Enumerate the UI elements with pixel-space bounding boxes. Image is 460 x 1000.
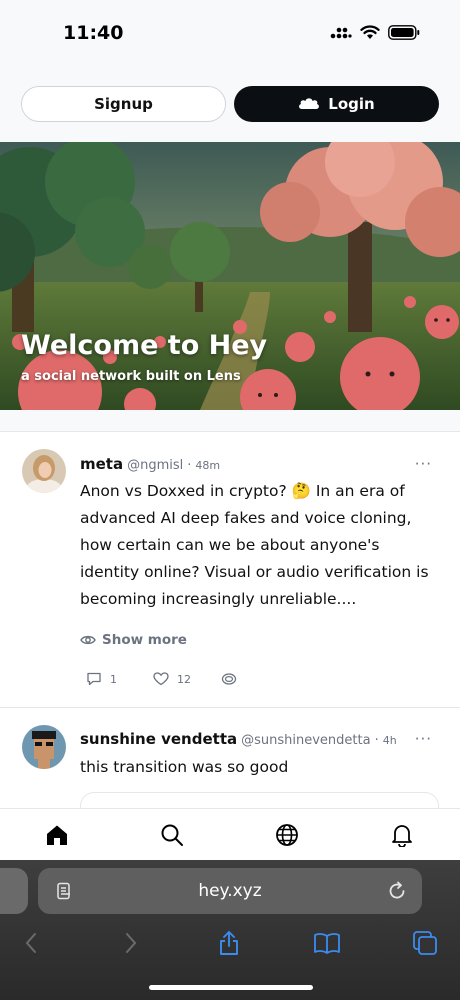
avatar[interactable] [22,725,66,769]
bookmarks-button[interactable] [312,930,342,956]
status-bar: 11:40 [0,0,460,68]
forward-icon [126,933,137,953]
eye-icon [80,635,96,645]
post-content: this transition was so good [80,758,289,776]
post-author-name[interactable]: sunshine vendetta [80,730,237,748]
show-more-label: Show more [102,632,187,648]
collect-button[interactable] [221,672,237,686]
bookmarks-icon [314,933,340,954]
comment-count: 1 [110,672,117,686]
post-timestamp[interactable]: 48m [195,459,220,472]
like-count: 12 [177,672,191,686]
login-button[interactable]: Login [234,86,439,122]
forward-button[interactable] [116,930,146,956]
lens-icon [299,98,320,109]
post-menu-button[interactable]: ··· [415,455,432,473]
post-card[interactable]: sunshine vendetta @sunshinevendetta · 4h… [0,708,460,822]
post-author-handle[interactable]: @sunshinevendetta [241,733,370,748]
home-indicator [149,985,313,990]
comment-icon [87,672,101,686]
url-text: hey.xyz [198,881,262,901]
post-content: Anon vs Doxxed in crypto? 🤔 In an era of… [80,482,429,608]
post-author-handle[interactable]: @ngmisl [127,458,183,473]
address-bar[interactable]: hey.xyz [38,868,422,914]
tab-search[interactable] [158,821,186,849]
signup-button[interactable]: Signup [21,86,226,122]
back-icon [25,933,36,953]
comment-button[interactable]: 1 [86,672,117,686]
feed-separator [0,410,460,432]
tab-home[interactable] [43,821,71,849]
collect-icon [221,673,237,685]
back-button[interactable] [16,930,46,956]
wifi-icon [360,25,380,39]
globe-icon [276,824,298,846]
bell-icon [392,825,412,847]
status-time: 11:40 [63,22,124,44]
separator-dot: · [374,733,379,748]
post-actions: 1 12 [86,672,237,686]
previous-tab-preview[interactable] [0,868,28,914]
battery-icon [388,25,420,40]
home-icon [47,825,67,845]
hero-title: Welcome to Hey [21,330,268,361]
avatar[interactable] [22,449,66,493]
heart-icon [153,672,169,686]
header: Signup Login [0,68,460,142]
share-button[interactable] [214,930,244,956]
status-icons [330,25,420,40]
browser-toolbar: hey.xyz [0,860,460,1000]
bottom-tab-bar [0,808,460,860]
signal-icon [330,27,352,38]
like-button[interactable]: 12 [153,672,191,686]
separator-dot: · [187,458,192,473]
share-icon [220,931,238,955]
reload-icon[interactable] [386,880,408,902]
hero-banner: Welcome to Hey a social network built on… [0,142,460,410]
tab-notifications[interactable] [388,821,416,849]
tab-explore[interactable] [273,821,301,849]
post-timestamp[interactable]: 4h [383,734,397,747]
search-icon [161,824,183,846]
hero-subtitle: a social network built on Lens [21,369,241,384]
post-menu-button[interactable]: ··· [415,730,432,748]
show-more-button[interactable]: Show more [80,632,187,648]
login-label: Login [328,95,375,113]
post-author-name[interactable]: meta [80,455,123,473]
post-card[interactable]: meta @ngmisl · 48m ··· Anon vs Doxxed in… [0,433,460,707]
tabs-icon [413,931,437,955]
tabs-button[interactable] [410,930,440,956]
